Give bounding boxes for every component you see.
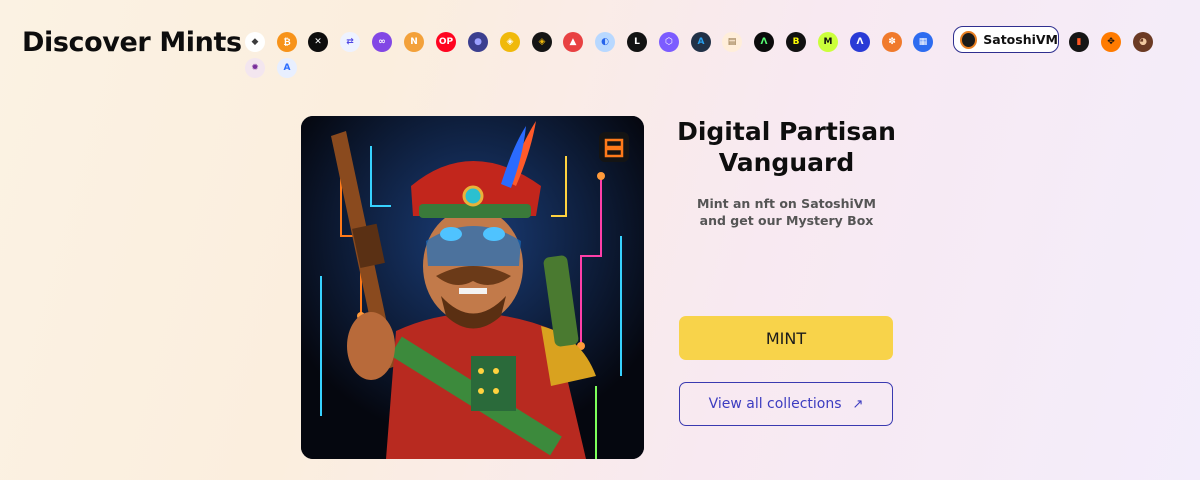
view-all-collections-button[interactable]: View all collections ↗ [679,382,893,426]
chain-ethereum-icon[interactable]: ◆ [245,32,265,52]
soldier-artwork [301,116,644,459]
chain-sphere-icon[interactable]: ● [468,32,488,52]
chain-immutable-icon[interactable]: ✕ [308,32,328,52]
chain-bridge-icon[interactable]: ⇄ [340,32,360,52]
subtitle-line-2: and get our Mystery Box [699,213,874,228]
mint-button[interactable]: MINT [679,316,893,360]
view-all-label: View all collections [708,396,842,412]
chain-polygon-icon[interactable]: ∞ [372,32,392,52]
selected-chain-label: SatoshiVM [983,32,1058,47]
chain-stack-icon[interactable]: ▮ [1069,32,1089,52]
chain-gear-chain-icon[interactable]: ✹ [245,58,265,78]
chain-scroll-icon[interactable]: ▤ [722,32,742,52]
page-title: Discover Mints [22,27,242,58]
external-arrow-icon: ↗ [852,396,864,412]
chain-nervos-icon[interactable]: N [404,32,424,52]
chain-orange-dots-icon[interactable]: ✥ [1101,32,1121,52]
nft-image[interactable] [301,116,644,459]
chain-optimism-icon[interactable]: OP [436,32,456,52]
collection-title: Digital Partisan Vanguard [677,117,896,177]
chain-arbitrum-icon[interactable]: A [691,32,711,52]
chain-mantle-icon[interactable]: M [818,32,838,52]
chain-linea-icon[interactable]: L [627,32,647,52]
chain-core-icon[interactable]: ◈ [532,32,552,52]
chain-aptos-icon[interactable]: Λ [850,32,870,52]
collection-subtitle: Mint an nft on SatoshiVM and get our Mys… [660,195,913,229]
chain-bear-icon[interactable]: ◕ [1133,32,1153,52]
chain-filter-bar: ◆ ₿ ✕ ⇄ ∞ N OP ● ◈ ◈ ▲ ◐ L ⬡ A ▤ Λ B M Λ ✽ ▦ SatoshiVM ▮ ✥ ◕ ✹ A [245,26,1180,83]
chain-arbitrum-nova-icon[interactable]: A [277,58,297,78]
chain-satoshivm-icon[interactable]: SatoshiVM [953,26,1059,53]
chain-orange-chain-icon[interactable]: ✽ [882,32,902,52]
chain-base-icon[interactable]: ◐ [595,32,615,52]
chain-bitcoin-icon[interactable]: ₿ [277,32,297,52]
chain-blue-chain-icon[interactable]: ▦ [913,32,933,52]
chain-bsc-icon[interactable]: ◈ [500,32,520,52]
chain-zora-icon[interactable]: ⬡ [659,32,679,52]
subtitle-line-1: Mint an nft on SatoshiVM [697,196,876,211]
satoshivm-icon [960,30,978,49]
chain-blast-icon[interactable]: B [786,32,806,52]
chain-dark-chain-icon[interactable]: Λ [754,32,774,52]
chain-avalanche-icon[interactable]: ▲ [563,32,583,52]
